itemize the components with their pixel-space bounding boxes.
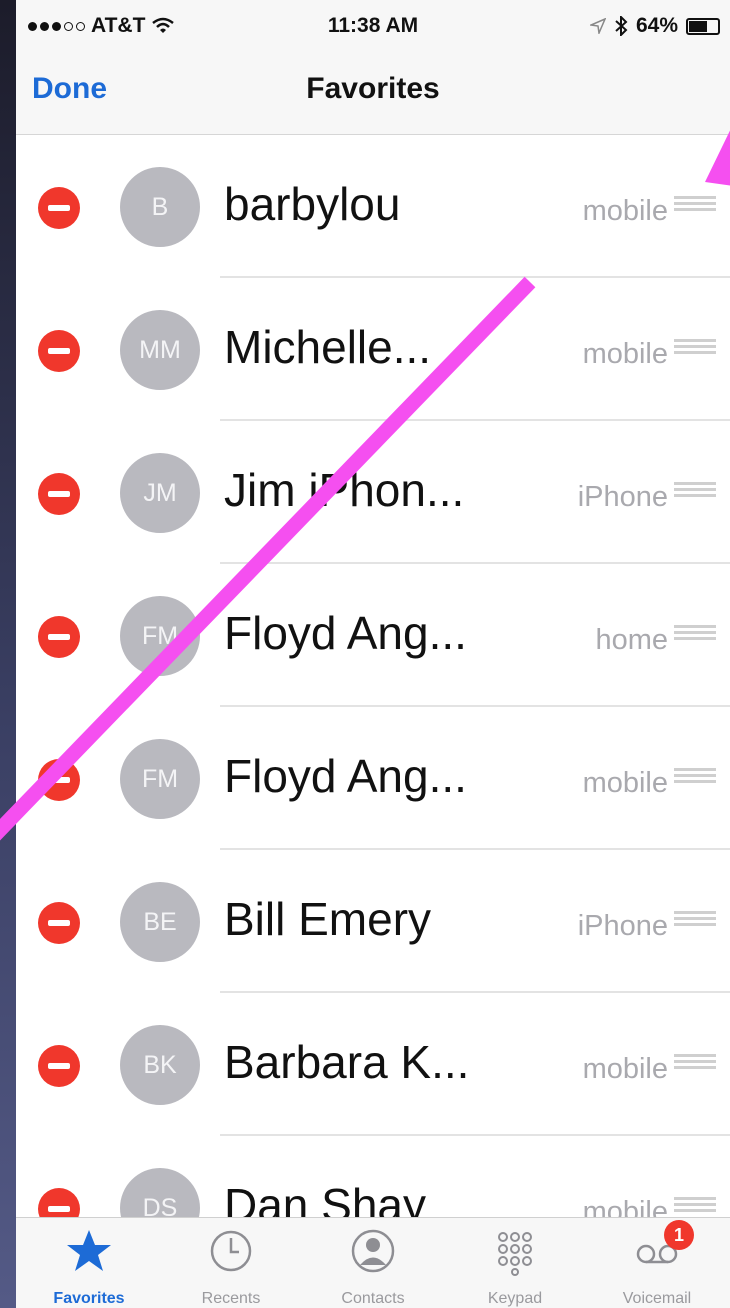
contact-name: Bill Emery <box>224 893 432 945</box>
tab-recents-label: Recents <box>201 1290 261 1307</box>
favorites-list: B barbylou mobile MM Michelle... mobile … <box>16 135 730 1279</box>
avatar: MM <box>120 310 200 390</box>
minus-circle-icon[interactable] <box>38 902 80 944</box>
tab-recents[interactable]: Recents <box>160 1218 302 1308</box>
tab-voicemail-label: Voicemail <box>622 1290 692 1307</box>
reorder-handle-icon[interactable] <box>674 1197 716 1213</box>
contact-name: barbylou <box>224 178 401 230</box>
avatar: JM <box>120 453 200 533</box>
avatar: FM <box>120 596 200 676</box>
status-bar: AT&T 11:38 AM 64% <box>16 0 730 50</box>
avatar: B <box>120 167 200 247</box>
avatar: FM <box>120 739 200 819</box>
tab-contacts-label: Contacts <box>341 1290 405 1307</box>
minus-circle-icon[interactable] <box>38 759 80 801</box>
contact-name: Floyd Ang... <box>224 607 467 659</box>
tab-keypad[interactable]: Keypad <box>444 1218 586 1308</box>
keypad-icon <box>498 1232 532 1276</box>
contact-name: Barbara K... <box>224 1036 470 1088</box>
battery-percent: 64% <box>635 14 678 37</box>
favorite-row[interactable]: BK Barbara K... mobile <box>16 993 730 1136</box>
reorder-handle-icon[interactable] <box>674 339 716 355</box>
reorder-handle-icon[interactable] <box>674 482 716 498</box>
star-icon <box>67 1230 111 1271</box>
favorite-row[interactable]: FM Floyd Ang... home <box>16 564 730 707</box>
favorite-row[interactable]: BE Bill Emery iPhone <box>16 850 730 993</box>
minus-circle-icon[interactable] <box>38 330 80 372</box>
phone-type-label: home <box>595 624 668 656</box>
tab-bar: Favorites Recents Contacts Keypad 1 Voic… <box>16 1217 730 1308</box>
reorder-handle-icon[interactable] <box>674 196 716 212</box>
voicemail-badge: 1 <box>664 1220 694 1250</box>
phone-screen: AT&T 11:38 AM 64% Done Favorites B barby… <box>16 0 730 1308</box>
reorder-handle-icon[interactable] <box>674 768 716 784</box>
tab-voicemail[interactable]: 1 Voicemail <box>586 1218 728 1308</box>
phone-type-label: mobile <box>582 195 668 227</box>
reorder-handle-icon[interactable] <box>674 625 716 641</box>
avatar: BE <box>120 882 200 962</box>
contact-name: Jim iPhon... <box>224 464 465 516</box>
phone-type-label: mobile <box>582 1053 668 1085</box>
favorite-row[interactable]: FM Floyd Ang... mobile <box>16 707 730 850</box>
reorder-handle-icon[interactable] <box>674 1054 716 1070</box>
avatar: BK <box>120 1025 200 1105</box>
phone-type-label: iPhone <box>577 481 668 513</box>
person-icon <box>351 1229 395 1273</box>
phone-type-label: iPhone <box>577 910 668 942</box>
contact-name: Michelle... <box>224 321 432 373</box>
phone-type-label: mobile <box>582 767 668 799</box>
tab-keypad-label: Keypad <box>487 1290 543 1307</box>
favorite-row[interactable]: MM Michelle... mobile <box>16 278 730 421</box>
favorite-row[interactable]: B barbylou mobile <box>16 135 730 278</box>
minus-circle-icon[interactable] <box>38 1045 80 1087</box>
phone-type-label: mobile <box>582 338 668 370</box>
minus-circle-icon[interactable] <box>38 187 80 229</box>
navigation-bar: Done Favorites <box>16 50 730 135</box>
location-arrow-icon <box>589 18 606 34</box>
bluetooth-icon <box>615 16 628 36</box>
battery-icon <box>686 17 720 35</box>
battery-level <box>689 20 707 32</box>
clock-icon <box>210 1230 252 1272</box>
favorite-row[interactable]: JM Jim iPhon... iPhone <box>16 421 730 564</box>
minus-circle-icon[interactable] <box>38 616 80 658</box>
minus-circle-icon[interactable] <box>38 473 80 515</box>
page-title: Favorites <box>306 72 440 105</box>
tab-favorites-label: Favorites <box>53 1290 125 1307</box>
status-right: 64% <box>589 14 720 38</box>
tab-contacts[interactable]: Contacts <box>302 1218 444 1308</box>
tab-favorites[interactable]: Favorites <box>18 1218 160 1308</box>
reorder-handle-icon[interactable] <box>674 911 716 927</box>
contact-name: Floyd Ang... <box>224 750 467 802</box>
